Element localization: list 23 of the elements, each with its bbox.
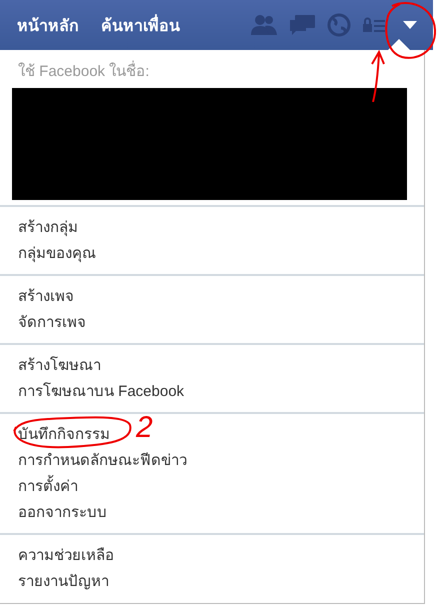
- messages-icon[interactable]: [289, 14, 315, 36]
- menu-pointer-icon: [388, 39, 410, 50]
- menu-item[interactable]: บันทึกกิจกรรม: [18, 422, 110, 448]
- menu-item[interactable]: สร้างเพจ: [18, 284, 74, 310]
- menu-item[interactable]: รายงานปัญหา: [18, 569, 109, 595]
- annotation-label: 2: [136, 410, 153, 446]
- annotation-arrow: [370, 50, 386, 102]
- menu-item[interactable]: กลุ่มของคุณ: [18, 241, 96, 267]
- globe-icon[interactable]: [327, 13, 351, 37]
- menu-item[interactable]: การกำหนดลักษณะฟีดข่าว: [18, 448, 187, 474]
- menu-item[interactable]: จัดการเพจ: [18, 310, 86, 336]
- menu-item[interactable]: การตั้งค่า: [18, 474, 78, 500]
- menu-heading: ใช้ Facebook ในชื่อ:: [18, 59, 150, 77]
- caret-icon: [403, 21, 417, 29]
- menu-item[interactable]: สร้างกลุ่ม: [18, 215, 78, 241]
- menu-item[interactable]: ความช่วยเหลือ: [18, 543, 114, 569]
- nav-link[interactable]: หน้าหลัก: [17, 12, 79, 38]
- menu-item[interactable]: สร้างโฆษณา: [18, 353, 101, 379]
- menu-item[interactable]: ออกจากระบบ: [18, 500, 107, 526]
- menu-item[interactable]: การโฆษณาบน Facebook: [18, 379, 184, 405]
- nav-link[interactable]: ค้นหาเพื่อน: [101, 12, 180, 38]
- friends-icon[interactable]: [251, 14, 277, 36]
- lock-icon[interactable]: [363, 17, 385, 33]
